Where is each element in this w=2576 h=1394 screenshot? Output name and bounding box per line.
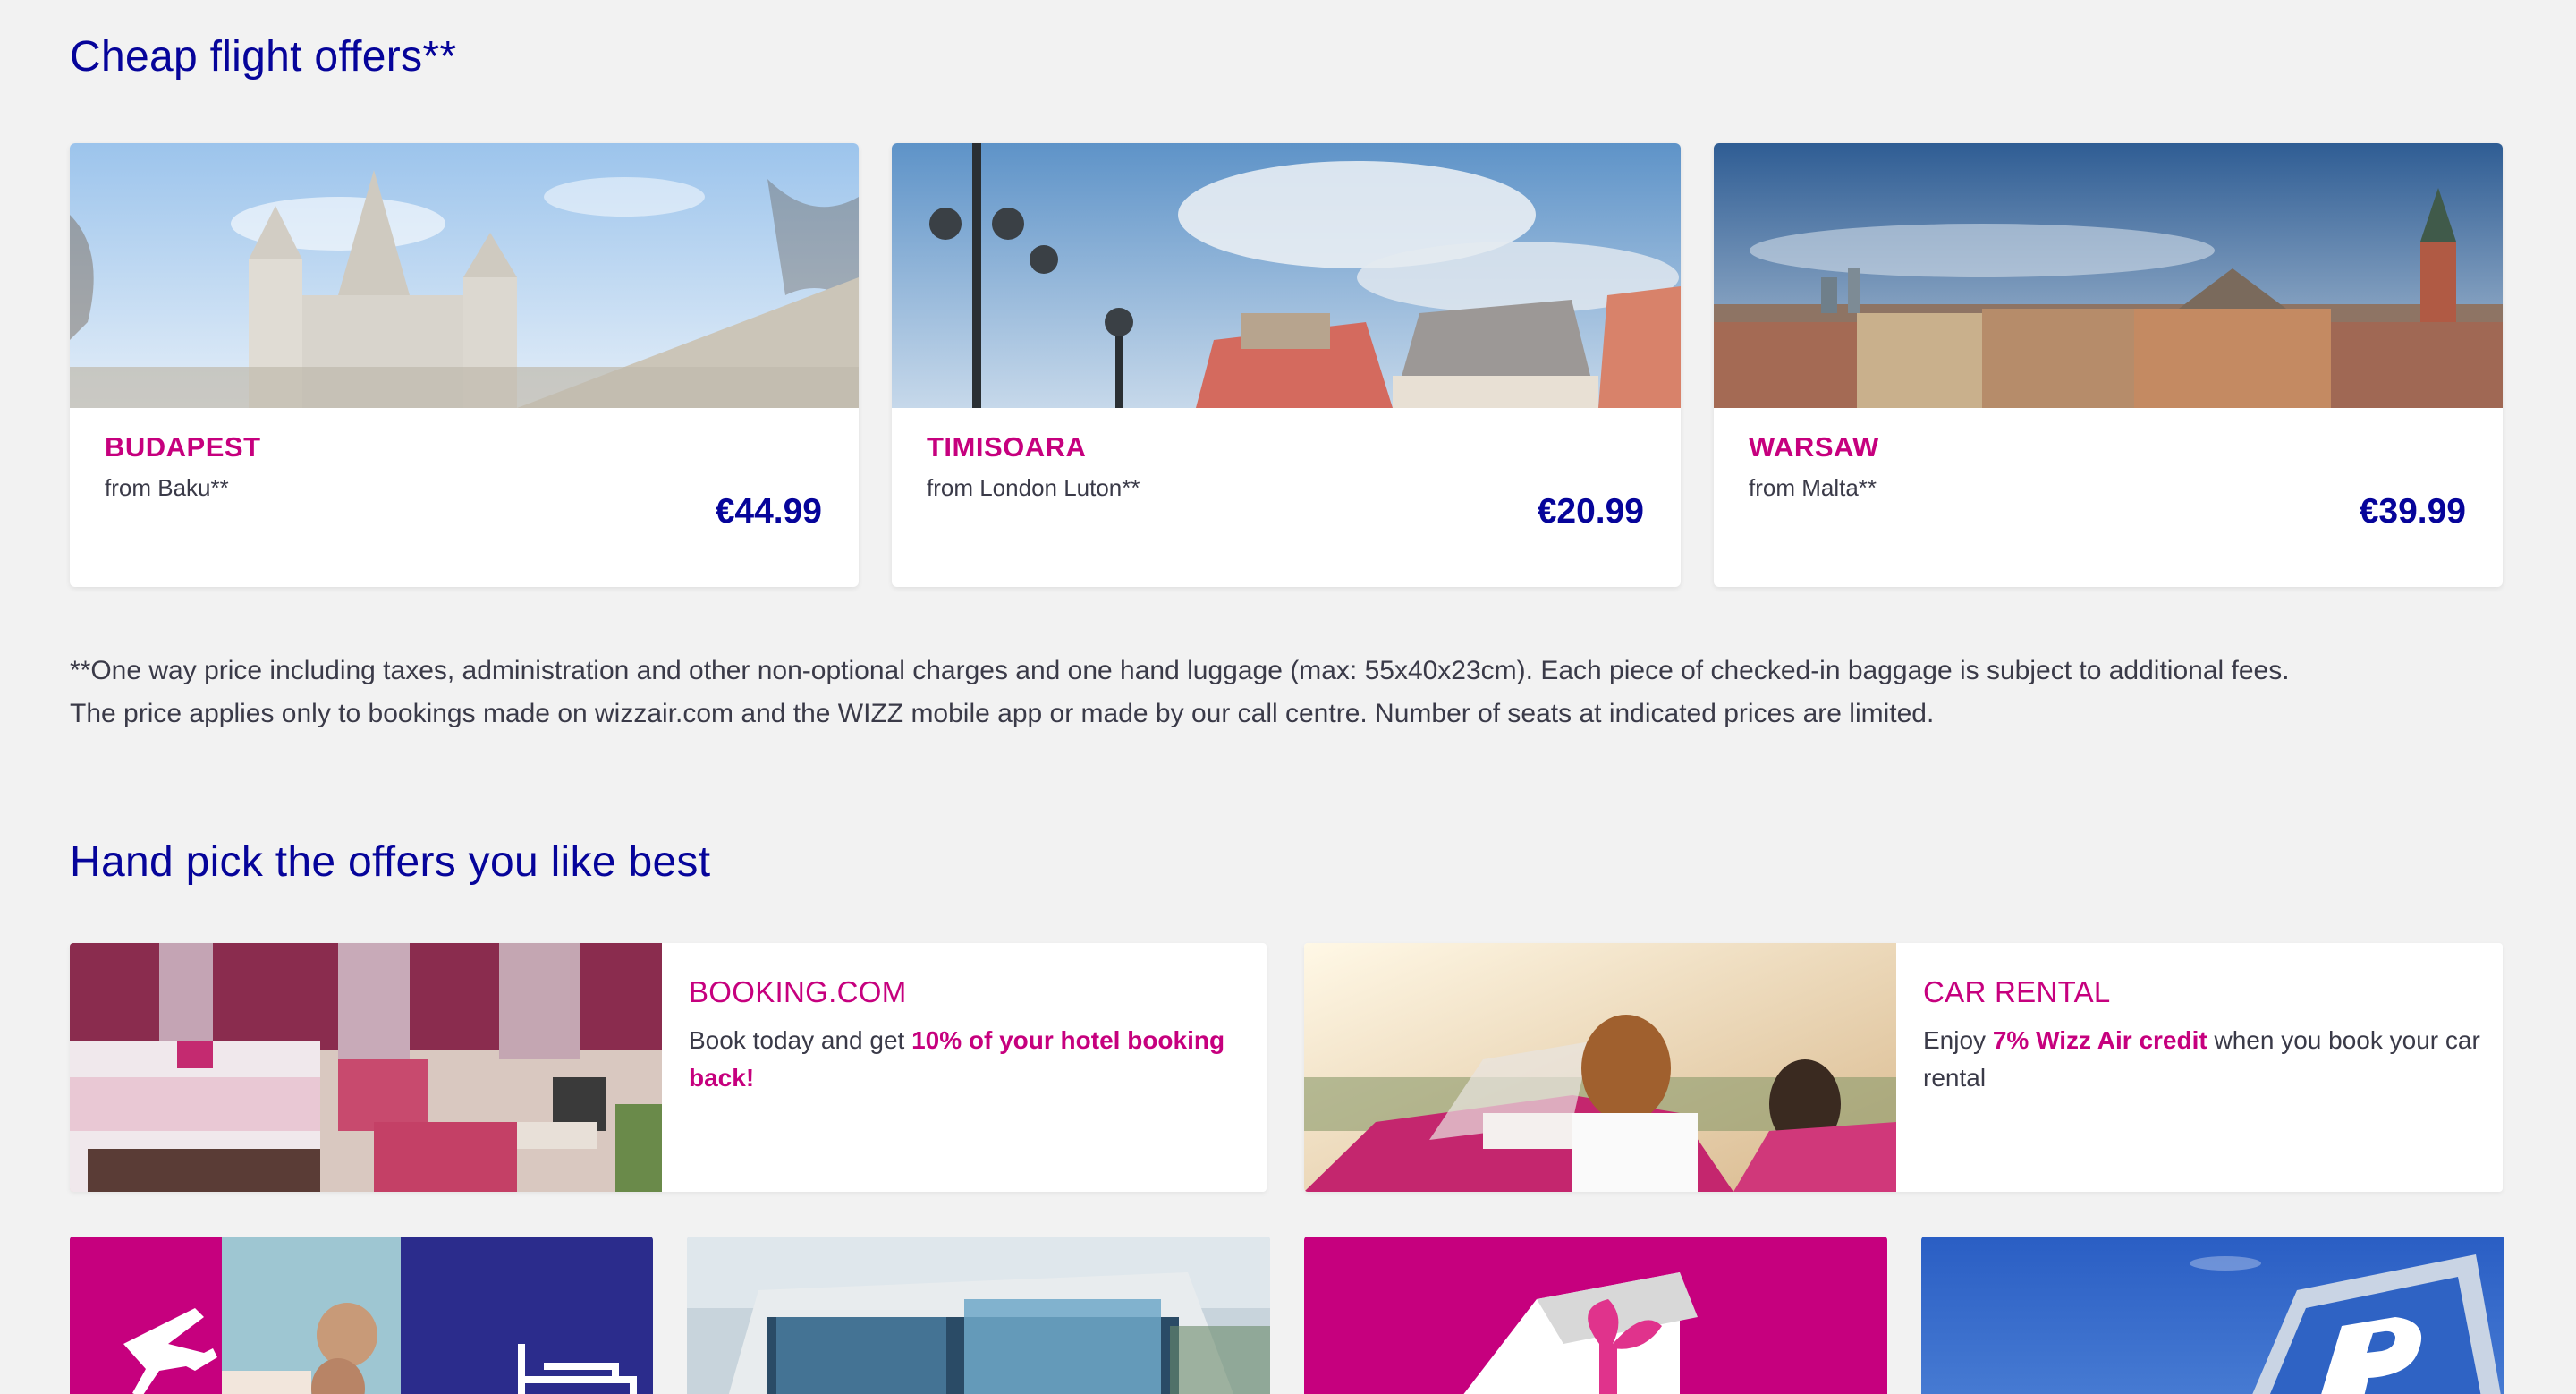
origin-label: from London Luton** [927, 474, 1140, 501]
disclaimer-line-1: **One way price including taxes, adminis… [70, 656, 2290, 685]
price: €44.99 [715, 492, 822, 531]
origin-label: from Baku** [105, 474, 229, 501]
flight-offer-card-timisoara[interactable]: TIMISOARA from London Luton** €20.99 [892, 143, 1681, 587]
gift-voucher-tile[interactable] [1304, 1237, 1887, 1394]
booking-offer-text: Book today and get 10% of your hotel boo… [689, 1022, 1267, 1097]
destination-city: WARSAW [1749, 431, 1879, 463]
offer-highlight: 7% Wizz Air credit [1992, 1026, 2207, 1054]
disclaimer-line-2: The price applies only to bookings made … [70, 699, 1935, 728]
car-rental-offer-card[interactable]: CAR RENTAL Enjoy 7% Wizz Air credit when… [1304, 943, 2503, 1192]
price: €39.99 [2359, 492, 2466, 531]
car-rental-offer-title: CAR RENTAL [1923, 975, 2111, 1008]
booking-offer-card[interactable]: BOOKING.COM Book today and get 10% of yo… [70, 943, 1267, 1192]
destination-city: TIMISOARA [927, 431, 1087, 463]
price: €20.99 [1537, 492, 1644, 531]
warsaw-image [1714, 143, 2503, 408]
flight-hotel-tile[interactable] [70, 1237, 653, 1394]
flight-offer-card-warsaw[interactable]: WARSAW from Malta** €39.99 [1714, 143, 2503, 587]
hotel-room-image [70, 943, 662, 1192]
budapest-image [70, 143, 859, 408]
airport-parking-tile[interactable] [1921, 1237, 2504, 1394]
timisoara-image [892, 143, 1681, 408]
price-disclaimer: **One way price including taxes, adminis… [70, 650, 2512, 735]
destination-city: BUDAPEST [105, 431, 261, 463]
offer-text: Book today and get [689, 1026, 912, 1054]
origin-label: from Malta** [1749, 474, 1877, 501]
cheap-flights-title: Cheap flight offers** [70, 33, 457, 81]
booking-offer-title: BOOKING.COM [689, 975, 907, 1008]
hand-pick-title: Hand pick the offers you like best [70, 838, 711, 886]
car-rental-offer-text: Enjoy 7% Wizz Air credit when you book y… [1923, 1022, 2503, 1097]
offer-text: Enjoy [1923, 1026, 1993, 1054]
airport-transfer-tile[interactable] [687, 1237, 1270, 1394]
car-rental-image [1304, 943, 1896, 1192]
flight-offer-card-budapest[interactable]: BUDAPEST from Baku** €44.99 [70, 143, 859, 587]
